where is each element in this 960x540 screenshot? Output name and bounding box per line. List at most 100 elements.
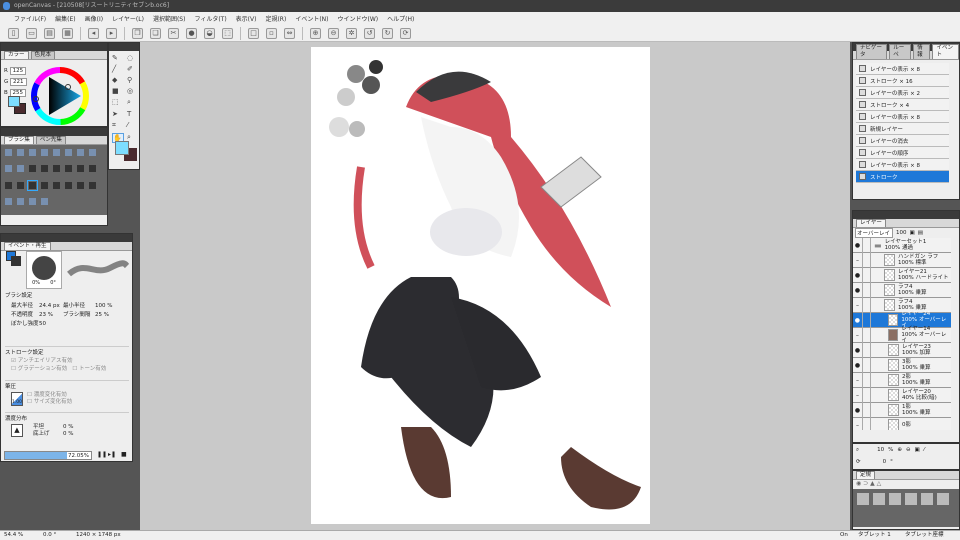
brush-preset[interactable] bbox=[4, 148, 13, 157]
pen-tool-icon[interactable]: ✎ bbox=[112, 54, 124, 62]
fit-icon[interactable]: ✲ bbox=[346, 27, 357, 39]
event-list-item[interactable]: ストローク × 16 bbox=[856, 75, 949, 87]
layer-row[interactable]: ● 3影 100% 乗算 bbox=[853, 357, 951, 373]
lock-toggle[interactable] bbox=[862, 238, 871, 253]
foreground-color-swatch[interactable] bbox=[8, 96, 20, 107]
menu-item[interactable]: ウインドウ(W) bbox=[338, 14, 379, 23]
brush-preset[interactable] bbox=[52, 180, 61, 190]
event-list-item[interactable]: レイヤーの表示 × 8 bbox=[856, 159, 949, 171]
visibility-eye-icon[interactable]: ● bbox=[853, 317, 862, 324]
brush-preset[interactable] bbox=[28, 148, 37, 157]
gradation-checkbox[interactable]: ☐ bbox=[11, 366, 18, 372]
tab-navigator[interactable]: ナビゲータ bbox=[856, 44, 888, 59]
lock-toggle[interactable] bbox=[862, 357, 871, 373]
lock-toggle[interactable] bbox=[862, 372, 871, 388]
ruler-tools[interactable]: ◉ ⊃ ▲ △ bbox=[853, 480, 959, 489]
rotate-left-icon[interactable]: ↺ bbox=[364, 27, 375, 39]
brush-preset[interactable] bbox=[4, 196, 13, 206]
lock-toggle[interactable] bbox=[862, 387, 871, 403]
color-wheel[interactable] bbox=[29, 65, 91, 127]
fit-button[interactable]: ▣ bbox=[915, 447, 920, 453]
eyedropper-icon[interactable]: ⁄ bbox=[924, 447, 925, 453]
lock-icon[interactable]: ▣ bbox=[910, 230, 915, 236]
zoom-value[interactable]: 10 bbox=[877, 447, 884, 453]
paste-icon[interactable]: ❏ bbox=[150, 27, 161, 39]
brush-preset[interactable] bbox=[28, 164, 37, 174]
copy-icon[interactable]: ❐ bbox=[132, 27, 143, 39]
save-icon[interactable]: ▤ bbox=[44, 27, 55, 39]
visibility-eye-icon[interactable]: ● bbox=[853, 347, 862, 354]
step-forward-icon[interactable]: ▸❚ bbox=[108, 451, 116, 458]
select-all-icon[interactable]: ⬚ bbox=[222, 27, 233, 39]
flip-icon[interactable]: ⇔ bbox=[284, 27, 295, 39]
event-list-item[interactable]: 新規レイヤー bbox=[856, 123, 949, 135]
brush-preset[interactable] bbox=[64, 148, 73, 157]
pressure-curve-button[interactable]: 1.00 bbox=[11, 392, 23, 406]
lock-toggle[interactable] bbox=[862, 297, 871, 313]
event-list-item[interactable]: ストローク bbox=[856, 171, 949, 183]
brush-preset[interactable] bbox=[76, 164, 85, 174]
menu-item[interactable]: ヘルプ(H) bbox=[387, 14, 414, 23]
ruler-preset[interactable] bbox=[888, 492, 902, 506]
transform-icon[interactable]: ▫ bbox=[266, 27, 277, 39]
visibility-eye-icon[interactable]: ● bbox=[853, 287, 862, 294]
brush-preset[interactable] bbox=[27, 179, 38, 191]
menu-item[interactable]: 定規(R) bbox=[265, 14, 286, 23]
fill-tool-icon[interactable]: ◆ bbox=[112, 76, 124, 84]
tab-event[interactable]: イベント bbox=[932, 44, 959, 59]
brush-preset[interactable] bbox=[40, 148, 49, 157]
brush-preset[interactable] bbox=[52, 164, 61, 174]
visibility-eye-icon[interactable]: ● bbox=[853, 242, 862, 249]
tab-event-playback[interactable]: イベント・再生 bbox=[4, 242, 51, 250]
lock-toggle[interactable] bbox=[861, 327, 871, 343]
brush-preset[interactable] bbox=[40, 164, 49, 174]
brush-preset[interactable] bbox=[40, 196, 49, 206]
r-input[interactable]: 125 bbox=[9, 67, 27, 75]
ruler-preset[interactable] bbox=[936, 492, 950, 506]
event-list-item[interactable]: レイヤーの表示 × 2 bbox=[856, 87, 949, 99]
tab-brush-set[interactable]: ブラシ集 bbox=[4, 136, 34, 144]
min-radius-value[interactable]: 100 % bbox=[95, 302, 115, 310]
open-folder-icon[interactable]: ▭ bbox=[26, 27, 37, 39]
zoom-in-icon[interactable]: ⊕ bbox=[310, 27, 321, 39]
brush-preset[interactable] bbox=[88, 164, 97, 174]
crop-tool-icon[interactable]: ⌗ bbox=[112, 121, 124, 130]
layer-row[interactable]: ● レイヤー23 100% 加算 bbox=[853, 342, 951, 358]
ruler-preset[interactable] bbox=[872, 492, 886, 506]
event-list-item[interactable]: ストローク × 4 bbox=[856, 99, 949, 111]
rotate-reset-icon[interactable]: ⟳ bbox=[400, 27, 411, 39]
opacity-value[interactable]: 23 % bbox=[39, 311, 63, 319]
bg-color-chip[interactable] bbox=[11, 256, 21, 266]
layer-row[interactable]: ● ラフ4 100% 乗算 bbox=[853, 282, 951, 298]
new-file-icon[interactable]: ▯ bbox=[8, 27, 19, 39]
layer-row[interactable]: ● レイヤー21 100% ハードライト bbox=[853, 267, 951, 283]
menu-item[interactable]: ファイル(F) bbox=[14, 14, 46, 23]
layer-option-icon[interactable]: ▤ bbox=[918, 230, 923, 236]
brush-preset[interactable] bbox=[16, 180, 25, 190]
brush-preset[interactable] bbox=[64, 180, 73, 190]
layer-row[interactable]: – レイヤー20 40% 比較(暗) bbox=[853, 387, 951, 403]
save-as-icon[interactable]: ▦ bbox=[62, 27, 73, 39]
zoom-out-button[interactable]: ⊖ bbox=[906, 447, 911, 453]
brush-preset[interactable] bbox=[16, 196, 25, 206]
layer-row[interactable]: – 0影 bbox=[853, 417, 951, 430]
brush-preset[interactable] bbox=[16, 164, 25, 174]
menu-item[interactable]: イベント(N) bbox=[295, 14, 328, 23]
visibility-eye-icon[interactable]: – bbox=[853, 377, 862, 384]
magic-wand-icon[interactable]: ⌕ bbox=[127, 98, 139, 107]
tab-swatches[interactable]: 色見本 bbox=[30, 51, 56, 59]
visibility-eye-icon[interactable]: ● bbox=[853, 362, 862, 369]
select-tool-icon[interactable]: ⬚ bbox=[112, 98, 124, 107]
brush-preset[interactable] bbox=[28, 196, 37, 206]
rect-tool-icon[interactable]: ■ bbox=[112, 87, 124, 95]
brush-preset[interactable] bbox=[76, 148, 85, 157]
event-list-item[interactable]: レイヤーの表示 × 8 bbox=[856, 63, 949, 75]
event-list-item[interactable]: レイヤーの消去 bbox=[856, 135, 949, 147]
antialias-checkbox[interactable]: ☑ bbox=[11, 358, 18, 364]
deselect-icon[interactable]: □ bbox=[248, 27, 259, 39]
event-list-item[interactable]: レイヤーの表示 × 8 bbox=[856, 111, 949, 123]
move-tool-icon[interactable]: ➤ bbox=[112, 110, 124, 118]
ruler-preset[interactable] bbox=[856, 492, 870, 506]
playback-progress-bar[interactable]: 72.05% bbox=[4, 451, 92, 460]
redo-history-icon[interactable]: ▸ bbox=[106, 27, 117, 39]
